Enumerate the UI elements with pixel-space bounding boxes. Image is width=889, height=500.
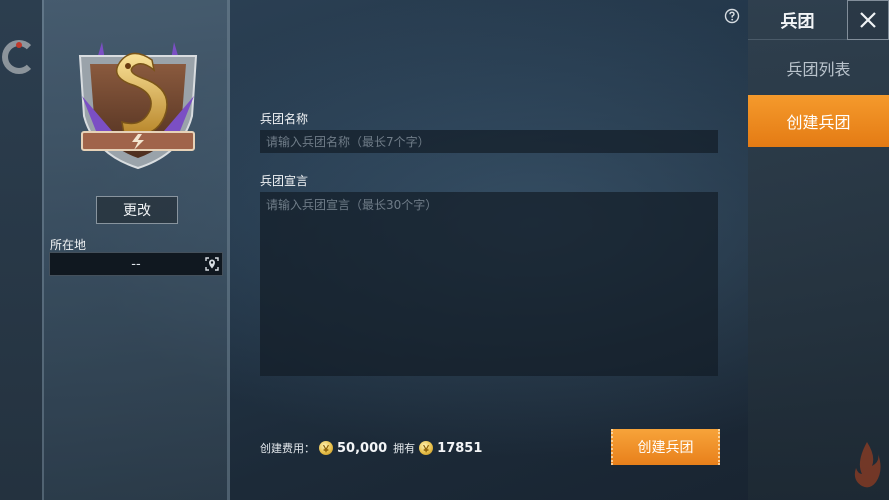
change-emblem-button[interactable]: 更改 xyxy=(96,196,178,224)
coin-icon: ￥ xyxy=(419,441,434,455)
tab-create-corps[interactable]: 创建兵团 xyxy=(748,95,889,147)
cost-label: 创建费用： xyxy=(260,442,315,455)
close-button[interactable] xyxy=(847,0,889,40)
create-corps-button[interactable]: 创建兵团 xyxy=(611,429,720,465)
location-value: -- xyxy=(131,256,141,272)
dragon-emblem-icon xyxy=(78,42,198,170)
background-decoration-dot xyxy=(16,42,22,48)
cost-row: 创建费用： ￥ 50,000 拥有 ￥ 17851 xyxy=(260,438,482,458)
tab-corps-list[interactable]: 兵团列表 xyxy=(748,42,889,94)
location-field[interactable]: -- xyxy=(49,252,223,276)
corps-declaration-input[interactable] xyxy=(260,192,718,376)
location-label: 所在地 xyxy=(50,238,87,252)
right-nav-panel: 兵团 兵团列表 创建兵团 xyxy=(748,0,889,500)
close-icon xyxy=(860,12,876,28)
help-icon[interactable] xyxy=(724,8,740,24)
owned-amount: 17851 xyxy=(437,440,483,456)
fire-decoration-icon xyxy=(854,442,881,488)
background-stripe xyxy=(0,0,42,500)
coin-icon: ￥ xyxy=(319,441,333,455)
emblem-panel: 更改 所在地 -- xyxy=(42,0,230,500)
declaration-label: 兵团宣言 xyxy=(260,174,309,188)
panel-title: 兵团 xyxy=(748,0,847,40)
location-icon[interactable] xyxy=(204,256,220,272)
cost-amount: 50,000 xyxy=(337,440,388,456)
name-label: 兵团名称 xyxy=(260,112,309,126)
owned-label: 拥有 xyxy=(393,442,416,455)
corps-name-input[interactable] xyxy=(260,130,718,153)
